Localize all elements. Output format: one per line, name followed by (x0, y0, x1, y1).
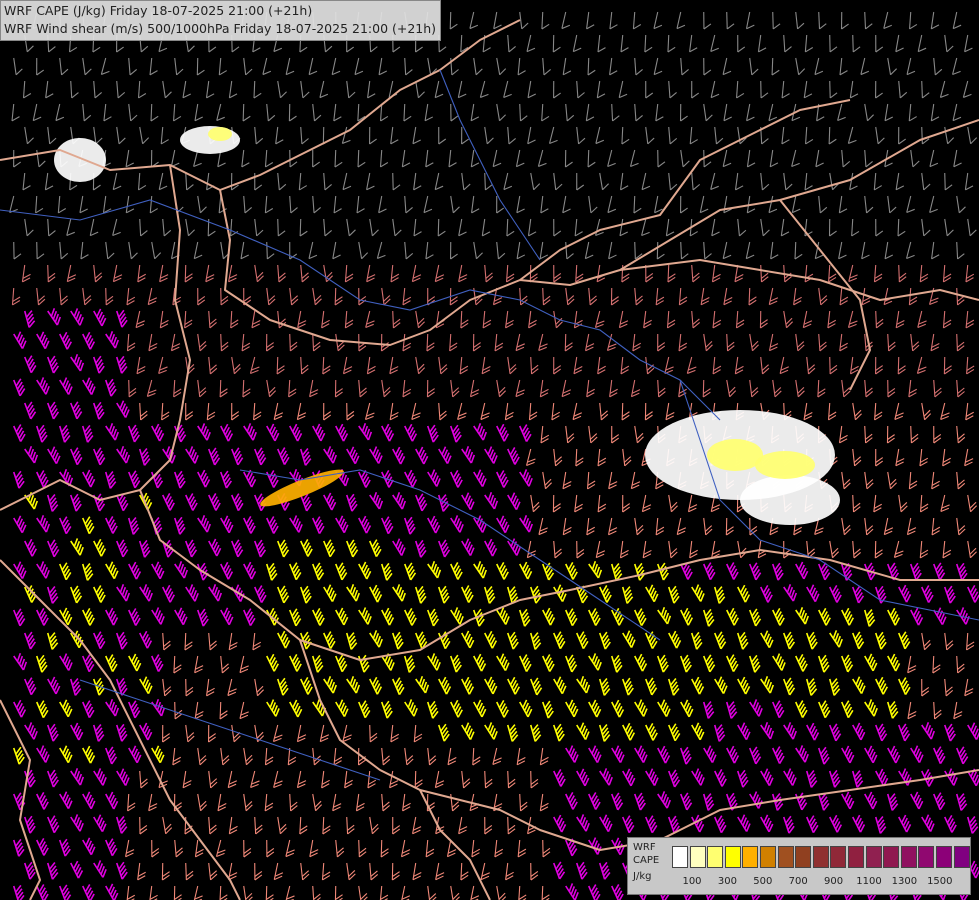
map-title-cape: WRF CAPE (J/kg) Friday 18-07-2025 21:00 … (4, 3, 313, 18)
legend-tick-label: 1100 (856, 876, 882, 887)
weather-map (0, 0, 979, 900)
legend-tick-label: 1500 (927, 876, 953, 887)
cape-patch (740, 475, 840, 525)
legend-swatch (742, 846, 759, 868)
legend-swatch (795, 846, 812, 868)
cape-patch (755, 451, 815, 479)
legend-swatch (936, 846, 952, 868)
legend-swatch (900, 846, 917, 868)
map-title-shear: WRF Wind shear (m/s) 500/1000hPa Friday … (4, 21, 437, 36)
cape-patch (208, 127, 232, 141)
legend-tick-label: 100 (682, 876, 702, 887)
cape-legend: WRF CAPE J/kg 100 300 500 700 900 1100 1300 150… (627, 837, 971, 895)
legend-tick-label: 900 (824, 876, 844, 887)
legend-tick-label: 300 (717, 876, 737, 887)
legend-swatch (812, 846, 829, 868)
legend-swatch (883, 846, 900, 868)
legend-swatch (672, 846, 688, 868)
legend-swatch (707, 846, 724, 868)
legend-tick-label: 1300 (891, 876, 918, 887)
legend-swatch (848, 846, 864, 868)
legend-label-cape: CAPE (633, 855, 660, 866)
legend-swatch (777, 846, 794, 868)
legend-tick-label: 500 (753, 876, 773, 887)
legend-swatch (830, 846, 847, 868)
legend-swatch (689, 846, 706, 868)
legend-swatch (724, 846, 741, 868)
legend-label-wrf: WRF (633, 842, 656, 853)
cape-patch (707, 439, 763, 471)
legend-swatch (953, 846, 970, 868)
cape-patch (54, 138, 106, 182)
legend-label-unit: J/kg (633, 871, 652, 882)
legend-swatch (760, 846, 776, 868)
legend-swatch (918, 846, 935, 868)
map-title-box: WRF CAPE (J/kg) Friday 18-07-2025 21:00 … (0, 0, 442, 41)
legend-swatch (865, 846, 882, 868)
legend-tick-label: 700 (788, 876, 808, 887)
